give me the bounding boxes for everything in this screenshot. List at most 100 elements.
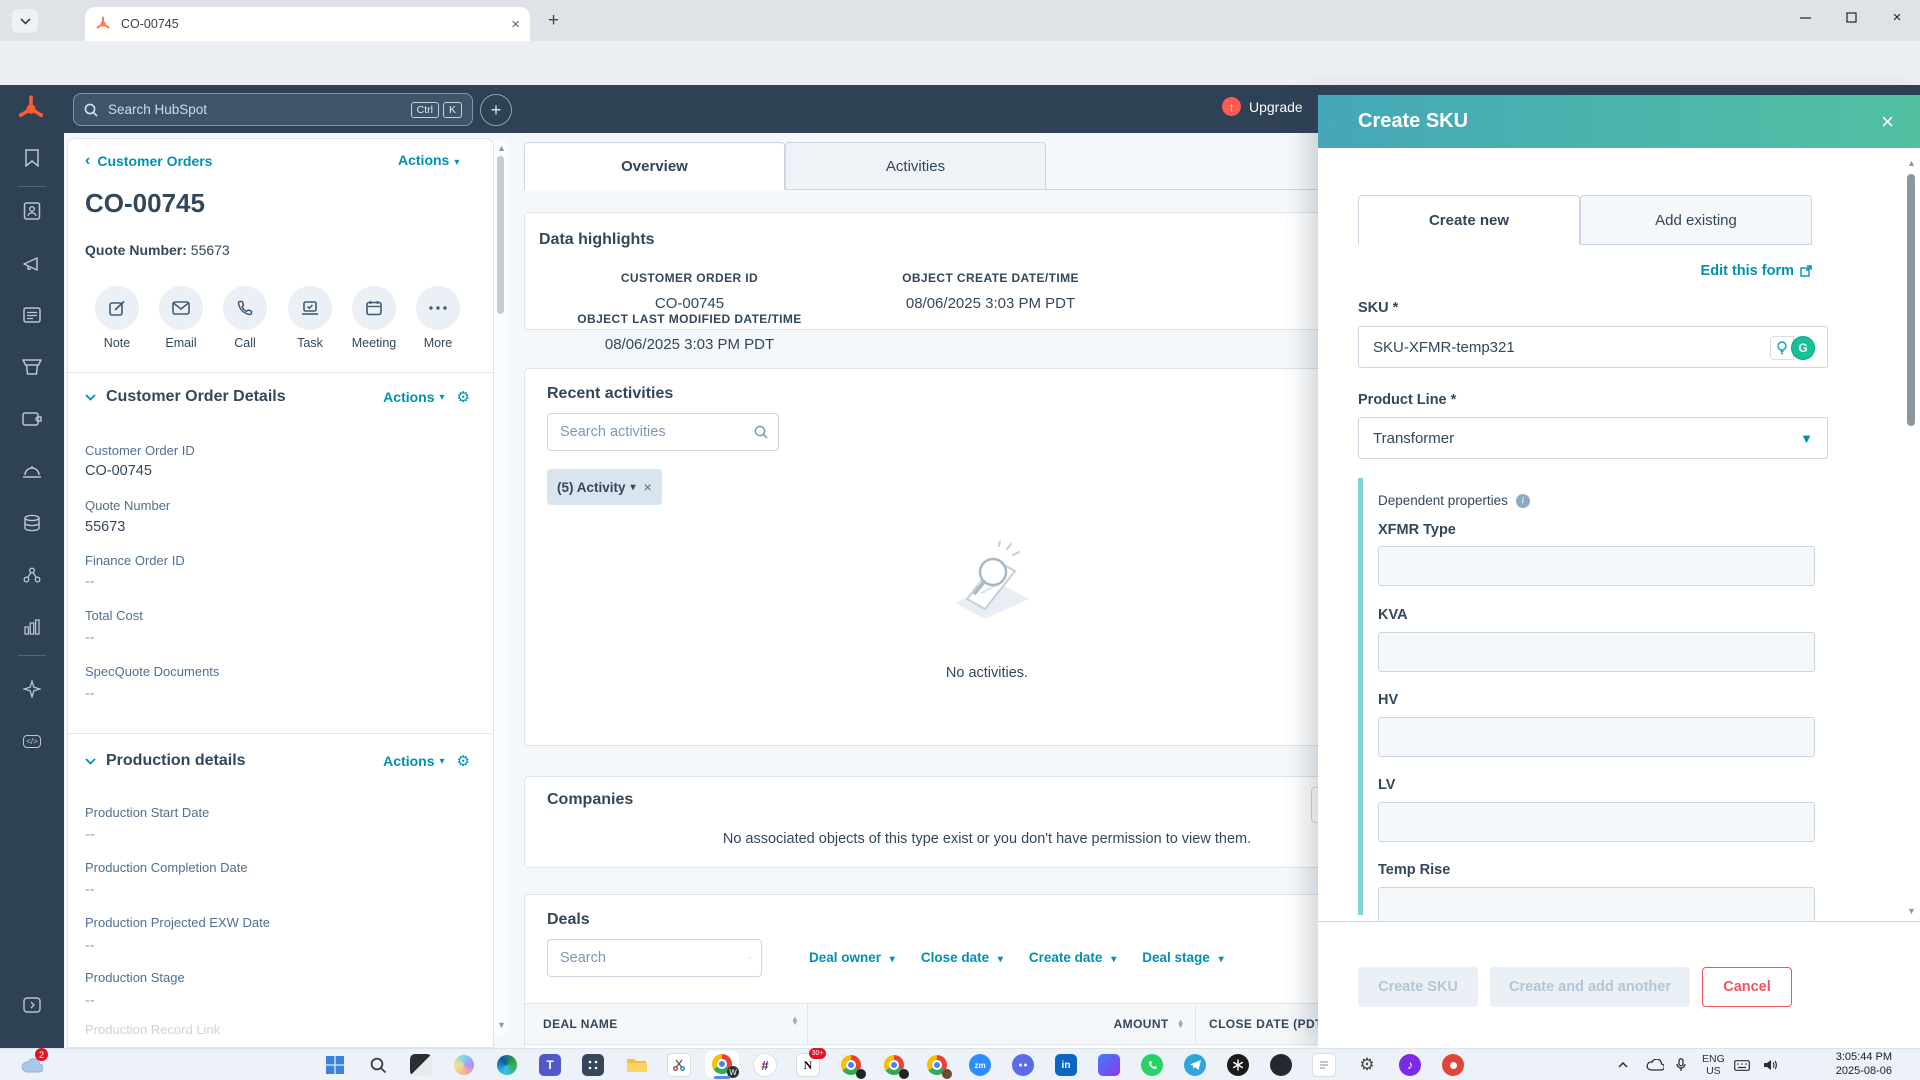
deals-search[interactable] [547,939,762,977]
section-settings-gear-icon[interactable]: ⚙ [457,388,470,406]
close-icon[interactable]: × [1881,109,1894,135]
upgrade-button[interactable]: ↑ Upgrade [1222,97,1303,116]
calculator-icon[interactable] [579,1051,607,1079]
chrome-work-icon[interactable]: W [705,1051,739,1079]
sidebar-item-developer[interactable]: </> [21,730,43,752]
github-icon[interactable] [1267,1051,1295,1079]
column-deal-name[interactable]: DEAL NAME [543,1004,618,1044]
tab-add-existing[interactable]: Add existing [1580,195,1812,245]
panel-scrollbar[interactable]: ▲ ▼ [1903,158,1919,918]
tab-search-button[interactable] [12,9,38,33]
cancel-button[interactable]: Cancel [1702,967,1792,1007]
scroll-up-icon[interactable]: ▲ [1907,158,1916,168]
chrome-profile-3-icon[interactable] [880,1051,909,1079]
photos-icon[interactable] [1095,1051,1123,1079]
edit-form-link[interactable]: Edit this form [1701,263,1812,279]
window-maximize-button[interactable] [1828,0,1874,34]
breadcrumb[interactable]: ‹ Customer Orders [85,152,212,170]
copilot-icon[interactable] [450,1051,478,1079]
pin-app-icon[interactable] [1439,1051,1467,1079]
note-button[interactable]: Note [86,286,148,350]
call-button[interactable]: Call [214,286,276,350]
deals-search-input[interactable] [558,949,749,967]
more-button[interactable]: More [407,286,469,350]
email-button[interactable]: Email [150,286,212,350]
collapse-chevron-icon[interactable] [85,757,96,765]
sidebar-expand-icon[interactable] [21,994,43,1016]
scroll-down-icon[interactable]: ▼ [497,1020,506,1030]
chrome-profile-4-icon[interactable] [923,1051,952,1079]
hubspot-logo[interactable] [16,94,46,124]
temp-rise-input[interactable] [1378,887,1815,921]
record-scrollbar[interactable]: ▲ ▼ [494,140,507,1035]
sidebar-item-bookmarks[interactable] [21,147,43,169]
create-sku-button[interactable]: Create SKU [1358,967,1478,1007]
chrome-profile-2-icon[interactable] [837,1051,866,1079]
filter-deal-stage[interactable]: Deal stage ▾ [1142,950,1223,965]
chatgpt-icon[interactable] [1224,1051,1252,1079]
search-input[interactable] [106,101,407,118]
file-explorer-icon[interactable] [622,1051,650,1079]
section-settings-gear-icon[interactable]: ⚙ [457,752,470,770]
sidebar-item-payments[interactable] [21,408,43,430]
widgets-icon[interactable] [407,1051,435,1079]
record-actions-button[interactable]: Actions ▾ [398,152,459,170]
sidebar-item-reporting[interactable] [21,616,43,638]
hv-input[interactable] [1378,717,1815,757]
window-minimize-button[interactable] [1782,0,1828,34]
task-button[interactable]: Task [279,286,341,350]
snipping-tool-icon[interactable] [665,1051,693,1079]
lv-input[interactable] [1378,802,1815,842]
kva-input[interactable] [1378,632,1815,672]
filter-create-date[interactable]: Create date ▾ [1029,950,1116,965]
activities-search[interactable] [547,413,779,451]
taskbar-search-icon[interactable] [364,1051,392,1079]
start-button[interactable] [321,1051,349,1079]
sidebar-item-breeze-ai[interactable] [21,678,43,700]
create-and-add-another-button[interactable]: Create and add another [1490,967,1690,1007]
product-line-select[interactable]: Transformer ▼ [1358,417,1828,459]
column-amount[interactable]: AMOUNT ▲ ▼ [807,1004,1195,1044]
sidebar-item-service[interactable] [21,460,43,482]
tab-activities[interactable]: Activities [785,142,1046,190]
scrollbar-thumb[interactable] [497,156,504,314]
xfmr-type-input[interactable] [1378,546,1815,586]
sidebar-item-content[interactable] [21,304,43,326]
sidebar-item-data[interactable] [21,512,43,534]
browser-tab[interactable]: CO-00745 × [85,7,530,41]
notion-icon[interactable]: N 30+ [794,1048,826,1079]
sidebar-item-commerce[interactable] [21,356,43,378]
new-tab-button[interactable]: + [548,10,559,32]
scroll-up-icon[interactable]: ▲ [497,143,506,153]
grammarly-icon[interactable]: G [1791,336,1815,360]
zoom-icon[interactable]: zm [966,1051,994,1079]
chip-close-icon[interactable]: × [644,479,652,495]
scroll-down-icon[interactable]: ▼ [1907,906,1916,916]
filter-deal-owner[interactable]: Deal owner ▾ [809,950,895,965]
onedrive-cloud-icon[interactable] [1646,1049,1664,1080]
sidebar-item-marketing[interactable] [21,252,43,274]
notepad-icon[interactable] [1310,1051,1338,1079]
filter-close-date[interactable]: Close date ▾ [921,950,1003,965]
sku-input[interactable]: G [1358,326,1828,368]
create-new-button[interactable]: + [480,94,512,126]
tray-show-hidden-icons[interactable] [1618,1049,1628,1080]
sidebar-item-automation[interactable] [21,564,43,586]
tab-create-new[interactable]: Create new [1358,195,1580,245]
info-icon[interactable]: i [1515,493,1530,508]
linkedin-icon[interactable]: in [1052,1051,1080,1079]
sort-icon[interactable]: ▲ ▼ [1177,1017,1185,1030]
scrollbar-thumb[interactable] [1907,174,1915,426]
discord-icon[interactable] [1009,1051,1037,1079]
microphone-icon[interactable] [1676,1049,1686,1080]
activity-filter-chip[interactable]: (5) Activity ▾ × [547,469,662,505]
weather-widget[interactable]: 2 [18,1048,48,1079]
touch-keyboard-icon[interactable] [1734,1049,1750,1080]
telegram-icon[interactable] [1181,1051,1209,1079]
column-close-date[interactable]: CLOSE DATE (PDT) [1209,1004,1327,1044]
collapse-chevron-icon[interactable] [85,393,96,401]
whatsapp-icon[interactable] [1138,1051,1166,1079]
window-close-button[interactable]: × [1874,0,1920,34]
section-actions-button[interactable]: Actions [383,389,434,405]
tab-close-icon[interactable]: × [511,17,520,32]
